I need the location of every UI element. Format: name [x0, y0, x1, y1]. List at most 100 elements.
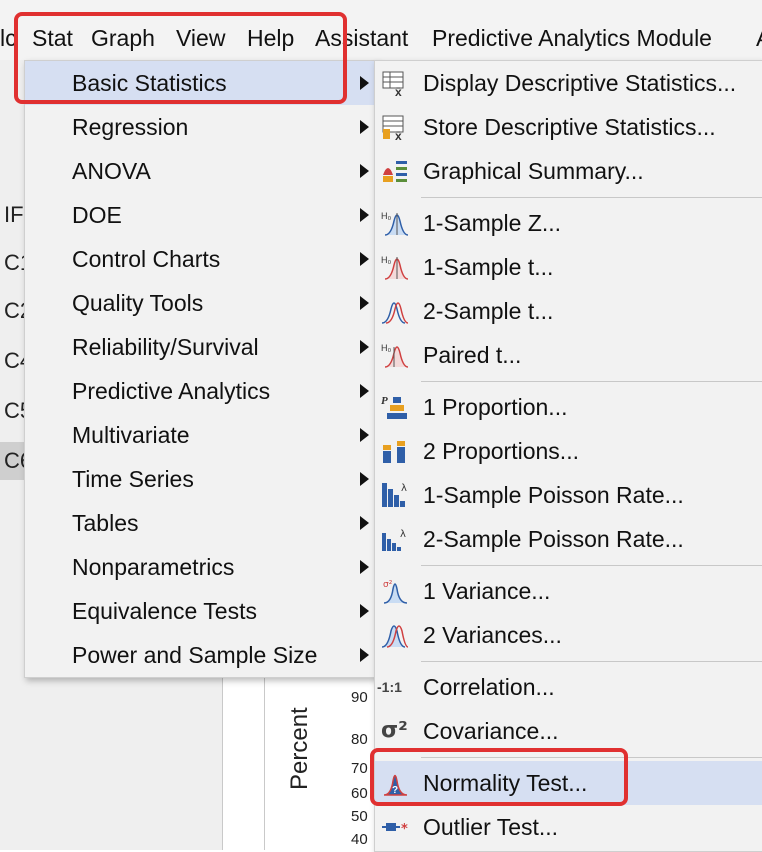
submenu-arrow-icon	[360, 604, 369, 618]
menu-item-label: ANOVA	[72, 158, 151, 184]
menu-item-outlier-test[interactable]: * Outlier Test...	[375, 805, 762, 849]
menu-item-label: Tables	[72, 510, 139, 536]
menu-item-label: 2-Sample t...	[423, 298, 554, 324]
menu-item-graphical-summary[interactable]: Graphical Summary...	[375, 149, 762, 193]
menu-item-nonparametrics[interactable]: Nonparametrics	[25, 545, 377, 589]
menu-item-equivalence-tests[interactable]: Equivalence Tests	[25, 589, 377, 633]
menu-separator	[421, 661, 762, 662]
submenu-arrow-icon	[360, 296, 369, 310]
menu-predictive-analytics-module[interactable]: Predictive Analytics Module	[432, 20, 712, 56]
menu-item-covariance[interactable]: σ² Covariance...	[375, 709, 762, 753]
menu-item-power-and-sample-size[interactable]: Power and Sample Size	[25, 633, 377, 677]
menu-item-doe[interactable]: DOE	[25, 193, 377, 237]
y-tick-label: 60	[351, 785, 368, 802]
menu-item-tables[interactable]: Tables	[25, 501, 377, 545]
menu-item-label: Paired t...	[423, 342, 522, 368]
menu-item-quality-tools[interactable]: Quality Tools	[25, 281, 377, 325]
menu-item-label: Store Descriptive Statistics...	[423, 114, 716, 140]
menu-item-label: Predictive Analytics	[72, 378, 271, 404]
submenu-arrow-icon	[360, 76, 369, 90]
menu-item-label: Nonparametrics	[72, 554, 235, 580]
menu-additional-partial[interactable]: A	[756, 20, 762, 56]
menu-item-correlation[interactable]: -1:1 Correlation...	[375, 665, 762, 709]
y-tick-label: 70	[351, 760, 368, 777]
menu-item-label: Power and Sample Size	[72, 642, 318, 668]
menu-item-label: Covariance...	[423, 718, 559, 744]
two-sample-poisson-icon: λ	[382, 529, 406, 551]
menu-item-2-sample-t[interactable]: 2-Sample t...	[375, 289, 762, 333]
menu-item-2-sample-poisson-rate[interactable]: λ 2-Sample Poisson Rate...	[375, 517, 762, 561]
menu-item-time-series[interactable]: Time Series	[25, 457, 377, 501]
menu-item-label: 1-Sample Z...	[423, 210, 562, 236]
menu-item-control-charts[interactable]: Control Charts	[25, 237, 377, 281]
menu-item-reliability-survival[interactable]: Reliability/Survival	[25, 325, 377, 369]
basic-statistics-submenu: x̄ Display Descriptive Statistics... x̄ …	[374, 60, 762, 852]
svg-text:λ: λ	[400, 529, 406, 540]
menu-item-2-proportions[interactable]: 2 Proportions...	[375, 429, 762, 473]
outlier-test-icon: *	[382, 822, 408, 837]
menu-item-label: DOE	[72, 202, 122, 228]
annotation-highlight-box	[14, 12, 347, 104]
menu-item-label: 1 Proportion...	[423, 394, 568, 420]
y-tick-label: 40	[351, 831, 368, 848]
one-proportion-icon: P	[381, 395, 407, 419]
menu-item-1-sample-z[interactable]: H₀ 1-Sample Z...	[375, 201, 762, 245]
menu-item-anova[interactable]: ANOVA	[25, 149, 377, 193]
menu-item-predictive-analytics[interactable]: Predictive Analytics	[25, 369, 377, 413]
one-sample-t-icon: H₀	[381, 255, 409, 280]
menu-item-label: Reliability/Survival	[72, 334, 259, 360]
menu-item-label: Equivalence Tests	[72, 598, 257, 624]
submenu-arrow-icon	[360, 516, 369, 530]
menu-item-1-proportion[interactable]: P 1 Proportion...	[375, 385, 762, 429]
y-tick-label: 50	[351, 808, 368, 825]
menu-separator	[421, 197, 762, 198]
menu-item-1-variance[interactable]: σ² 1 Variance...	[375, 569, 762, 613]
menu-item-label: 1-Sample Poisson Rate...	[423, 482, 684, 508]
menu-item-paired-t[interactable]: H₀ Paired t...	[375, 333, 762, 377]
menu-item-label: 2-Sample Poisson Rate...	[423, 526, 684, 552]
one-variance-icon: σ²	[383, 580, 408, 604]
menu-item-label: 1-Sample t...	[423, 254, 554, 280]
submenu-arrow-icon	[360, 648, 369, 662]
covariance-icon: σ²	[381, 718, 408, 743]
store-descriptive-stats-icon: x̄	[382, 115, 404, 141]
svg-text:H₀: H₀	[381, 255, 391, 265]
svg-text:H₀: H₀	[381, 211, 391, 221]
one-sample-poisson-icon: λ	[382, 483, 407, 507]
menu-item-2-variances[interactable]: 2 Variances...	[375, 613, 762, 657]
submenu-arrow-icon	[360, 340, 369, 354]
menu-item-display-descriptive-statistics[interactable]: x̄ Display Descriptive Statistics...	[375, 61, 762, 105]
display-descriptive-stats-icon: x̄	[382, 71, 404, 97]
menu-item-label: Display Descriptive Statistics...	[423, 70, 737, 96]
menu-item-1-sample-t[interactable]: H₀ 1-Sample t...	[375, 245, 762, 289]
menu-item-multivariate[interactable]: Multivariate	[25, 413, 377, 457]
menu-item-label: Multivariate	[72, 422, 190, 448]
graphical-summary-icon	[383, 161, 407, 182]
menu-item-1-sample-poisson-rate[interactable]: λ 1-Sample Poisson Rate...	[375, 473, 762, 517]
svg-text:λ: λ	[401, 483, 407, 494]
two-proportions-icon	[383, 441, 405, 463]
y-axis-label: Percent	[286, 707, 313, 790]
menu-item-store-descriptive-statistics[interactable]: x̄ Store Descriptive Statistics...	[375, 105, 762, 149]
menu-item-label: Quality Tools	[72, 290, 204, 316]
svg-text:σ²: σ²	[383, 580, 393, 590]
submenu-arrow-icon	[360, 208, 369, 222]
paired-t-icon: H₀	[381, 343, 409, 368]
menu-item-label: Time Series	[72, 466, 194, 492]
menu-item-regression[interactable]: Regression	[25, 105, 377, 149]
submenu-arrow-icon	[360, 384, 369, 398]
submenu-arrow-icon	[360, 120, 369, 134]
submenu-arrow-icon	[360, 472, 369, 486]
svg-text:x̄: x̄	[395, 129, 402, 141]
menu-item-label: Graphical Summary...	[423, 158, 644, 184]
svg-text:*: *	[401, 822, 408, 837]
annotation-highlight-box	[370, 748, 628, 806]
two-sample-t-icon	[381, 302, 409, 324]
svg-text:x̄: x̄	[395, 85, 402, 97]
one-sample-z-icon: H₀	[381, 211, 409, 236]
menu-item-label: 1 Variance...	[423, 578, 551, 604]
menu-separator	[421, 381, 762, 382]
y-tick-label: 80	[351, 731, 368, 748]
menu-item-label: Outlier Test...	[423, 814, 559, 840]
menu-item-label: 2 Variances...	[423, 622, 562, 648]
